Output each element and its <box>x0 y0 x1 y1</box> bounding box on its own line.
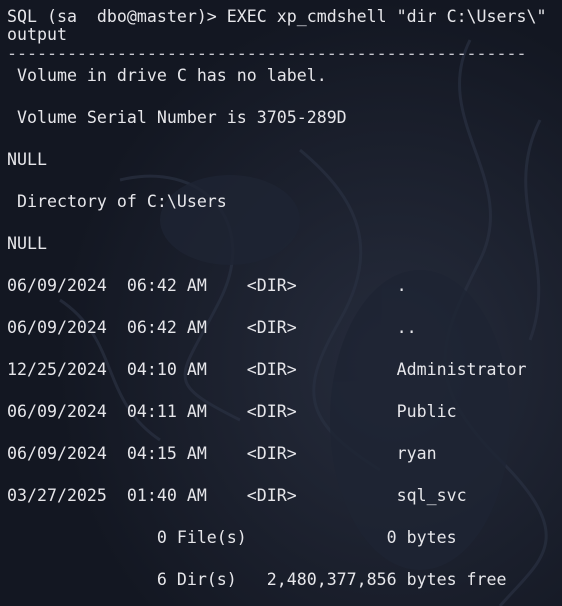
output-line-directory-of: Directory of C:\Users <box>7 192 227 211</box>
output-line-null-1: NULL <box>7 150 47 169</box>
output-line-serial-number: Volume Serial Number is 3705-289D <box>7 108 347 127</box>
output-line-dir-sql-svc: 03/27/2025 01:40 AM <DIR> sql_svc <box>7 486 467 505</box>
terminal-output[interactable]: SQL (sa dbo@master)> EXEC xp_cmdshell "d… <box>7 0 562 606</box>
output-line-null-2: NULL <box>7 234 47 253</box>
command-prompt-line: SQL (sa dbo@master)> EXEC xp_cmdshell "d… <box>7 7 547 26</box>
output-line-volume-label: Volume in drive C has no label. <box>7 66 327 85</box>
separator-line: ----------------------------------------… <box>7 44 527 63</box>
output-line-dir-public: 06/09/2024 04:11 AM <DIR> Public <box>7 402 457 421</box>
output-line-dir-administrator: 12/25/2024 04:10 AM <DIR> Administrator <box>7 360 527 379</box>
output-line-dir-parent: 06/09/2024 06:42 AM <DIR> .. <box>7 318 417 337</box>
column-header: output <box>7 25 67 44</box>
output-line-dir-current: 06/09/2024 06:42 AM <DIR> . <box>7 276 407 295</box>
output-line-file-count: 0 File(s) 0 bytes <box>7 528 457 547</box>
output-line-dir-ryan: 06/09/2024 04:15 AM <DIR> ryan <box>7 444 437 463</box>
output-line-dir-count: 6 Dir(s) 2,480,377,856 bytes free <box>7 570 507 589</box>
